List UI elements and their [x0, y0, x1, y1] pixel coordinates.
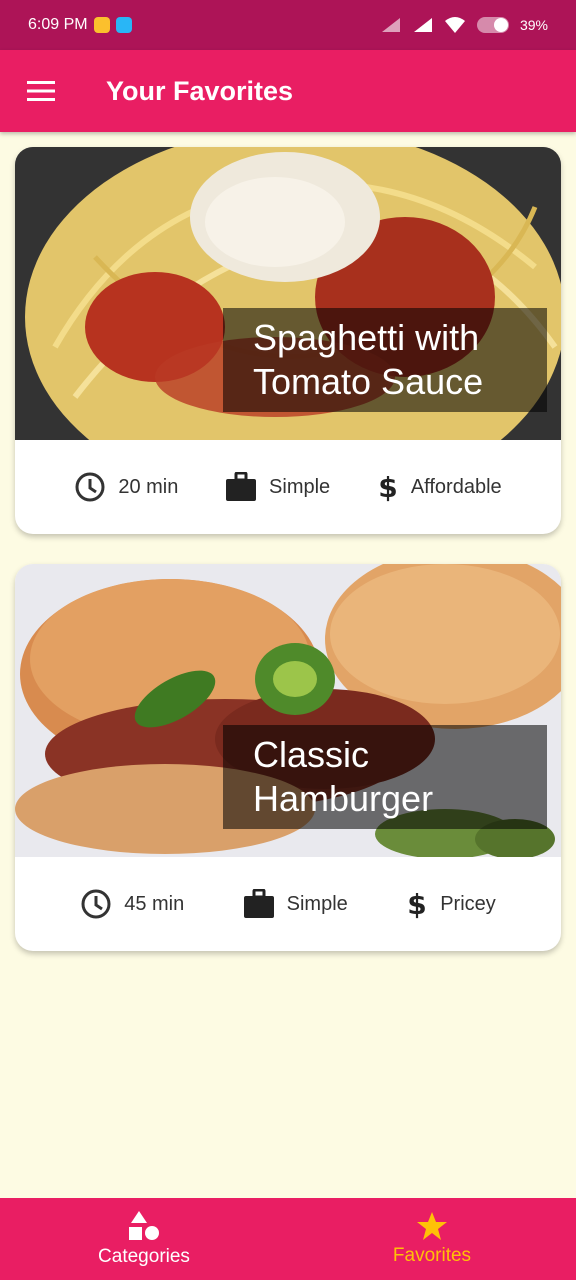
meal-image-spaghetti: Spaghetti with Tomato Sauce: [15, 147, 561, 440]
clock-icon: [81, 889, 111, 919]
star-icon: [417, 1212, 447, 1240]
affordability-label: Affordable: [410, 475, 502, 498]
complexity-label: Simple: [286, 892, 348, 915]
menu-button[interactable]: [0, 50, 82, 132]
app-bar: Your Favorites: [0, 50, 576, 132]
svg-text:$: $: [407, 888, 426, 920]
duration-label: 45 min: [124, 892, 185, 915]
wifi-icon: [444, 17, 465, 33]
tab-favorites-label: Favorites: [392, 1245, 472, 1266]
dollar-icon: $: [378, 471, 397, 503]
briefcase-icon: [226, 472, 257, 501]
duration: 20 min: [74, 471, 178, 503]
clock-icon: [75, 472, 105, 502]
tab-favorites[interactable]: Favorites: [288, 1198, 576, 1280]
signal-icon-2: [413, 18, 432, 32]
tab-categories[interactable]: Categories: [0, 1198, 288, 1280]
meal-title: Classic Hamburger: [223, 725, 547, 829]
affordability: $ Affordable: [377, 471, 502, 503]
complexity: Simple: [243, 889, 348, 919]
notification-app-icon: [93, 17, 110, 33]
affordability: $ Pricey: [406, 888, 496, 920]
briefcase-icon: [243, 889, 274, 918]
page-title: Your Favorites: [106, 75, 294, 106]
meal-meta: 20 min Simple $ Affordable: [15, 440, 561, 534]
affordability-label: Pricey: [440, 892, 496, 915]
favorites-list: Spaghetti with Tomato Sauce 20 min Simpl…: [15, 147, 561, 981]
telegram-icon: [115, 17, 132, 33]
battery-icon: [476, 17, 509, 33]
svg-text:$: $: [378, 471, 397, 503]
duration: 45 min: [80, 888, 184, 920]
bottom-navigation: Categories Favorites: [0, 1198, 576, 1280]
status-bar: 6:09 PM 39%: [0, 0, 576, 50]
status-time: 6:09 PM: [28, 16, 88, 33]
signal-icon: [381, 18, 400, 32]
menu-icon: [27, 81, 55, 101]
meal-meta: 45 min Simple $ Pricey: [15, 857, 561, 951]
battery-percent: 39%: [519, 17, 548, 33]
meal-title: Spaghetti with Tomato Sauce: [223, 308, 547, 412]
meal-image-hamburger: Classic Hamburger: [15, 564, 561, 857]
complexity-label: Simple: [269, 475, 331, 498]
categories-icon: [129, 1211, 159, 1240]
dollar-icon: $: [407, 888, 426, 920]
duration-label: 20 min: [118, 475, 179, 498]
complexity: Simple: [225, 472, 330, 502]
tab-categories-label: Categories: [98, 1246, 190, 1267]
meal-card-hamburger[interactable]: Classic Hamburger 45 min Simple $ Pricey: [15, 564, 561, 951]
meal-card-spaghetti[interactable]: Spaghetti with Tomato Sauce 20 min Simpl…: [15, 147, 561, 534]
